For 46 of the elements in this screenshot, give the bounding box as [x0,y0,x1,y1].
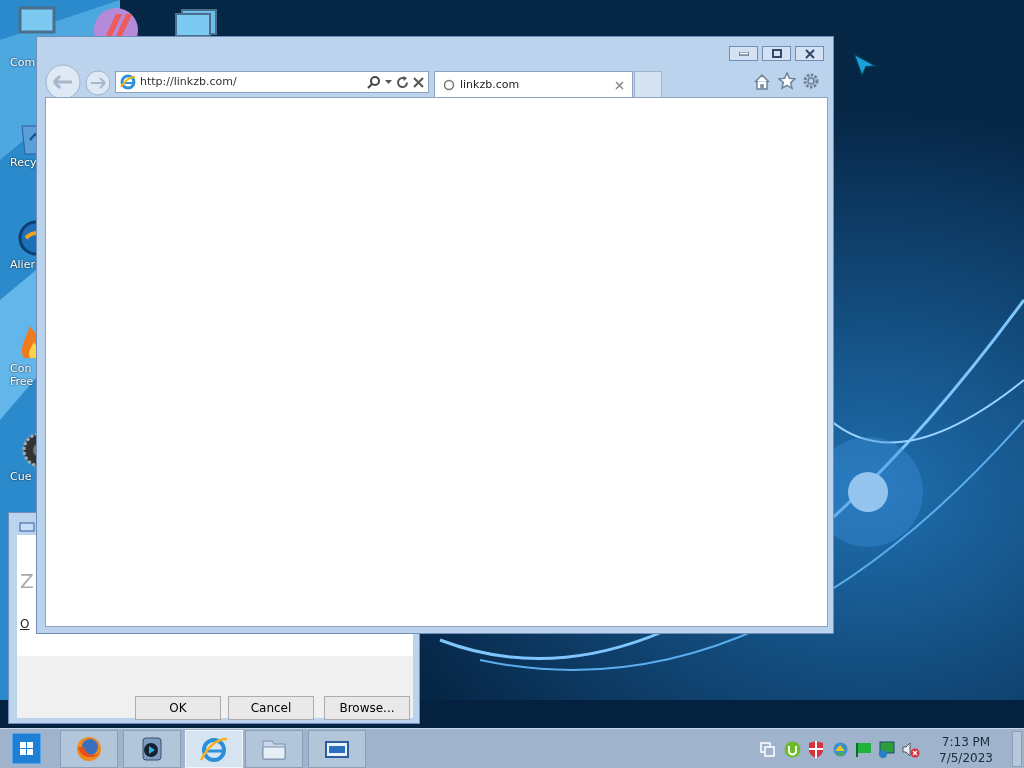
dialog-button[interactable]: OK [135,696,221,720]
field-text: Z [20,569,34,593]
close-icon[interactable] [615,80,624,90]
shield-icon[interactable] [808,741,824,758]
dialog-button[interactable]: Browse... [324,696,410,720]
new-tab-button[interactable] [634,71,662,98]
tab-title: linkzb.com [460,76,521,93]
tray-icon[interactable] [760,742,776,758]
dropdown-icon[interactable] [385,79,392,85]
browser-tab[interactable]: linkzb.com [434,71,633,98]
flag-icon[interactable] [856,742,872,757]
settings-icon[interactable] [802,72,820,90]
home-icon[interactable] [753,73,771,90]
browser-icon [200,735,228,763]
start-button[interactable] [12,733,41,764]
tray-icon[interactable] [784,741,801,758]
clock[interactable]: 7:13 PM 7/5/2023 [930,734,1002,766]
close-button[interactable] [795,46,824,61]
stop-icon[interactable] [413,76,424,88]
icon-label: Con Free [10,362,34,388]
back-icon[interactable] [45,64,81,100]
browser-icon [120,74,136,90]
dialog-button[interactable]: Cancel [228,696,314,720]
url-text: http://linkzb.com/ [140,73,238,90]
taskbar-button[interactable] [123,730,181,768]
address-bar[interactable]: http://linkzb.com/ [115,71,429,93]
refresh-icon[interactable] [396,75,409,89]
icon-label: Com [10,56,36,69]
monitor-icon[interactable] [18,6,58,36]
maximize-icon [771,49,782,58]
minimize-icon [738,51,749,56]
icon-label: Cue [10,470,32,483]
link-text[interactable]: O [20,617,30,631]
maximize-button[interactable] [762,46,791,61]
star-icon[interactable] [778,72,796,90]
icon-label: Recy [10,156,37,169]
icon-label: Alier [10,258,35,271]
cursor-icon [852,52,878,78]
taskbar-button[interactable] [308,730,366,768]
network-icon[interactable] [878,741,895,758]
loading-icon [443,79,455,91]
tray-icon[interactable] [832,741,849,758]
search-icon[interactable] [367,75,381,89]
muted-speaker-icon[interactable] [902,741,920,758]
close-icon [804,48,815,59]
monitors-icon[interactable] [172,8,220,36]
